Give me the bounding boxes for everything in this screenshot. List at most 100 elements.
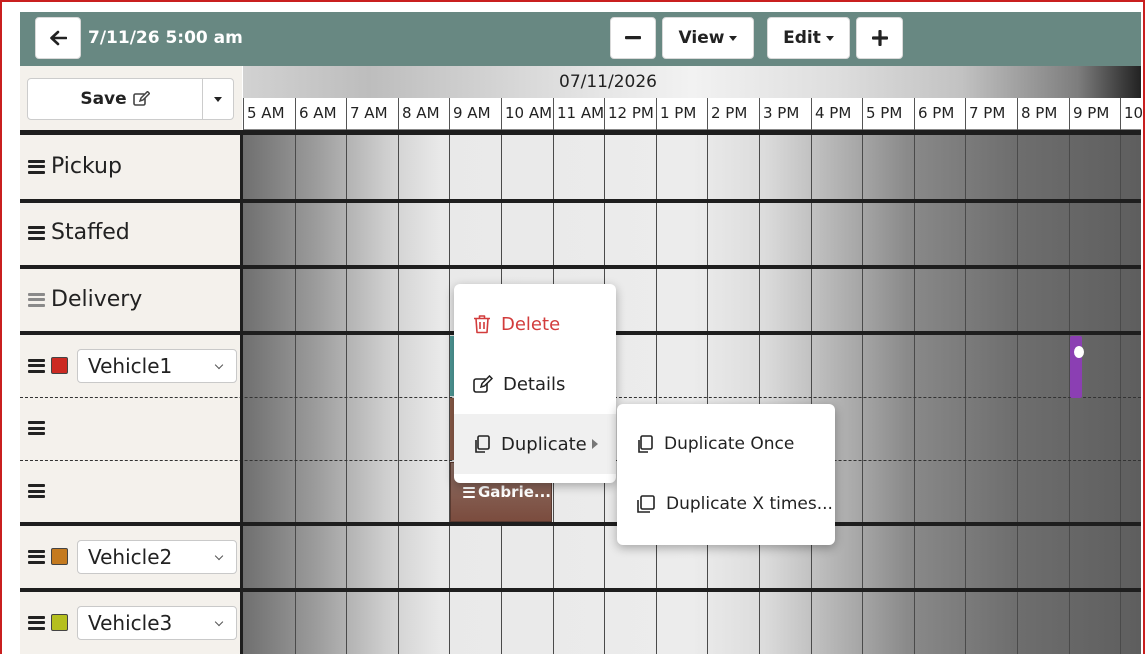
edit-dropdown-button[interactable]: Edit bbox=[767, 17, 850, 59]
row-delivery[interactable]: Delivery bbox=[28, 287, 142, 312]
hour-label: 7 PM bbox=[965, 98, 1017, 130]
drag-handle-icon[interactable] bbox=[463, 486, 475, 498]
vehicle-select-value: Vehicle3 bbox=[88, 611, 173, 635]
row-vehicle1[interactable] bbox=[28, 357, 76, 374]
edit-icon bbox=[132, 91, 150, 106]
hour-gridline bbox=[1017, 135, 1018, 654]
hour-label: 5 AM bbox=[243, 98, 295, 130]
hour-label: 12 PM bbox=[604, 98, 656, 130]
save-options-button[interactable] bbox=[202, 78, 234, 120]
event-block[interactable] bbox=[1070, 336, 1084, 398]
row-pickup[interactable]: Pickup bbox=[28, 154, 122, 179]
hour-label: 9 AM bbox=[449, 98, 501, 130]
menu-item-label: Details bbox=[503, 373, 566, 395]
copy-multiple-icon bbox=[637, 494, 655, 513]
copy-icon bbox=[475, 434, 490, 453]
row-label: Staffed bbox=[51, 220, 130, 245]
row-divider bbox=[20, 265, 1141, 269]
drag-handle-icon[interactable] bbox=[28, 421, 45, 435]
caret-right-icon bbox=[592, 439, 598, 449]
current-datetime: 7/11/26 5:00 am bbox=[88, 28, 243, 48]
menu-item-delete[interactable]: Delete bbox=[454, 294, 616, 354]
row-staffed[interactable]: Staffed bbox=[28, 220, 130, 245]
caret-down-icon bbox=[214, 96, 222, 102]
hour-label: 3 PM bbox=[759, 98, 811, 130]
drag-handle-icon[interactable] bbox=[28, 225, 45, 240]
save-button[interactable]: Save bbox=[27, 78, 203, 120]
hour-gridline bbox=[811, 135, 812, 654]
row-label: Pickup bbox=[51, 154, 122, 179]
trash-icon bbox=[474, 315, 490, 334]
vehicle-select-value: Vehicle1 bbox=[88, 354, 173, 378]
minus-icon bbox=[625, 36, 641, 40]
view-dropdown-button[interactable]: View bbox=[662, 17, 754, 59]
hour-label: 5 PM bbox=[862, 98, 914, 130]
row-vehicle2[interactable] bbox=[28, 548, 76, 565]
edit-icon bbox=[473, 374, 493, 393]
caret-down-icon bbox=[825, 35, 834, 41]
chevron-down-icon bbox=[214, 617, 224, 627]
vehicle-select[interactable]: Vehicle1 bbox=[77, 349, 237, 383]
hour-gridline bbox=[965, 135, 966, 654]
drag-handle-icon[interactable] bbox=[28, 159, 45, 174]
hour-gridline bbox=[862, 135, 863, 654]
row-vehicle1-sub[interactable] bbox=[28, 421, 51, 435]
vehicle-color-swatch[interactable] bbox=[51, 614, 68, 631]
back-button[interactable] bbox=[35, 17, 81, 59]
vehicle-select[interactable]: Vehicle3 bbox=[77, 606, 237, 640]
edit-label: Edit bbox=[783, 28, 821, 48]
drag-handle-icon[interactable] bbox=[28, 484, 45, 498]
row-vehicle1-sub[interactable] bbox=[28, 484, 51, 498]
row-vehicle3[interactable] bbox=[28, 614, 76, 631]
hour-label: 8 AM bbox=[398, 98, 450, 130]
row-divider bbox=[20, 199, 1141, 203]
menu-item-details[interactable]: Details bbox=[454, 354, 616, 414]
zoom-out-button[interactable] bbox=[610, 17, 656, 59]
row-divider bbox=[20, 588, 1141, 592]
schedule-grid[interactable] bbox=[243, 135, 1141, 654]
save-panel: Save bbox=[20, 66, 242, 132]
menu-item-label: Delete bbox=[501, 313, 561, 335]
event-label: Gabrie... bbox=[478, 483, 551, 501]
top-toolbar: 7/11/26 5:00 am View Edit bbox=[20, 12, 1141, 66]
hour-gridline bbox=[759, 135, 760, 654]
context-menu: Delete Details Duplicate bbox=[454, 284, 616, 483]
menu-item-duplicate[interactable]: Duplicate bbox=[454, 414, 616, 474]
timeline-header: 07/11/2026 5 AM 6 AM 7 AM 8 AM 9 AM 10 AM 11 A… bbox=[243, 66, 1143, 130]
hour-label: 8 PM bbox=[1017, 98, 1069, 130]
hour-gridline bbox=[1120, 135, 1121, 654]
vehicle-color-swatch[interactable] bbox=[51, 357, 68, 374]
hour-gridline bbox=[656, 135, 657, 654]
arrow-left-icon bbox=[50, 30, 67, 46]
menu-item-label: Duplicate bbox=[501, 433, 587, 455]
hour-label: 1 PM bbox=[656, 98, 708, 130]
hour-label: 10 bbox=[1120, 98, 1145, 130]
vehicle-select[interactable]: Vehicle2 bbox=[77, 540, 237, 574]
menu-item-label: Duplicate Once bbox=[664, 434, 795, 454]
menu-item-duplicate-once[interactable]: Duplicate Once bbox=[617, 414, 835, 474]
drag-handle-icon[interactable] bbox=[28, 292, 45, 307]
timeline-date: 07/11/2026 bbox=[559, 72, 657, 92]
copy-icon bbox=[638, 434, 653, 453]
hour-gridline bbox=[398, 135, 399, 654]
drag-handle-icon[interactable] bbox=[28, 549, 45, 564]
resource-column bbox=[20, 135, 242, 654]
drag-handle-icon[interactable] bbox=[28, 615, 45, 630]
save-label: Save bbox=[80, 89, 127, 109]
hour-label: 4 PM bbox=[811, 98, 863, 130]
hour-gridline bbox=[346, 135, 347, 654]
hour-label: 11 AM bbox=[553, 98, 605, 130]
view-label: View bbox=[678, 28, 725, 48]
drag-handle-icon[interactable] bbox=[28, 358, 45, 373]
hour-label: 9 PM bbox=[1069, 98, 1121, 130]
plus-icon bbox=[871, 30, 888, 46]
vehicle-color-swatch[interactable] bbox=[51, 548, 68, 565]
caret-down-icon bbox=[729, 35, 738, 41]
zoom-in-button[interactable] bbox=[856, 17, 903, 59]
hour-label: 10 AM bbox=[501, 98, 553, 130]
chevron-down-icon bbox=[214, 551, 224, 561]
menu-item-duplicate-x-times[interactable]: Duplicate X times... bbox=[617, 474, 835, 534]
hour-gridline bbox=[707, 135, 708, 654]
vehicle-select-value: Vehicle2 bbox=[88, 545, 173, 569]
left-margin bbox=[2, 2, 20, 654]
